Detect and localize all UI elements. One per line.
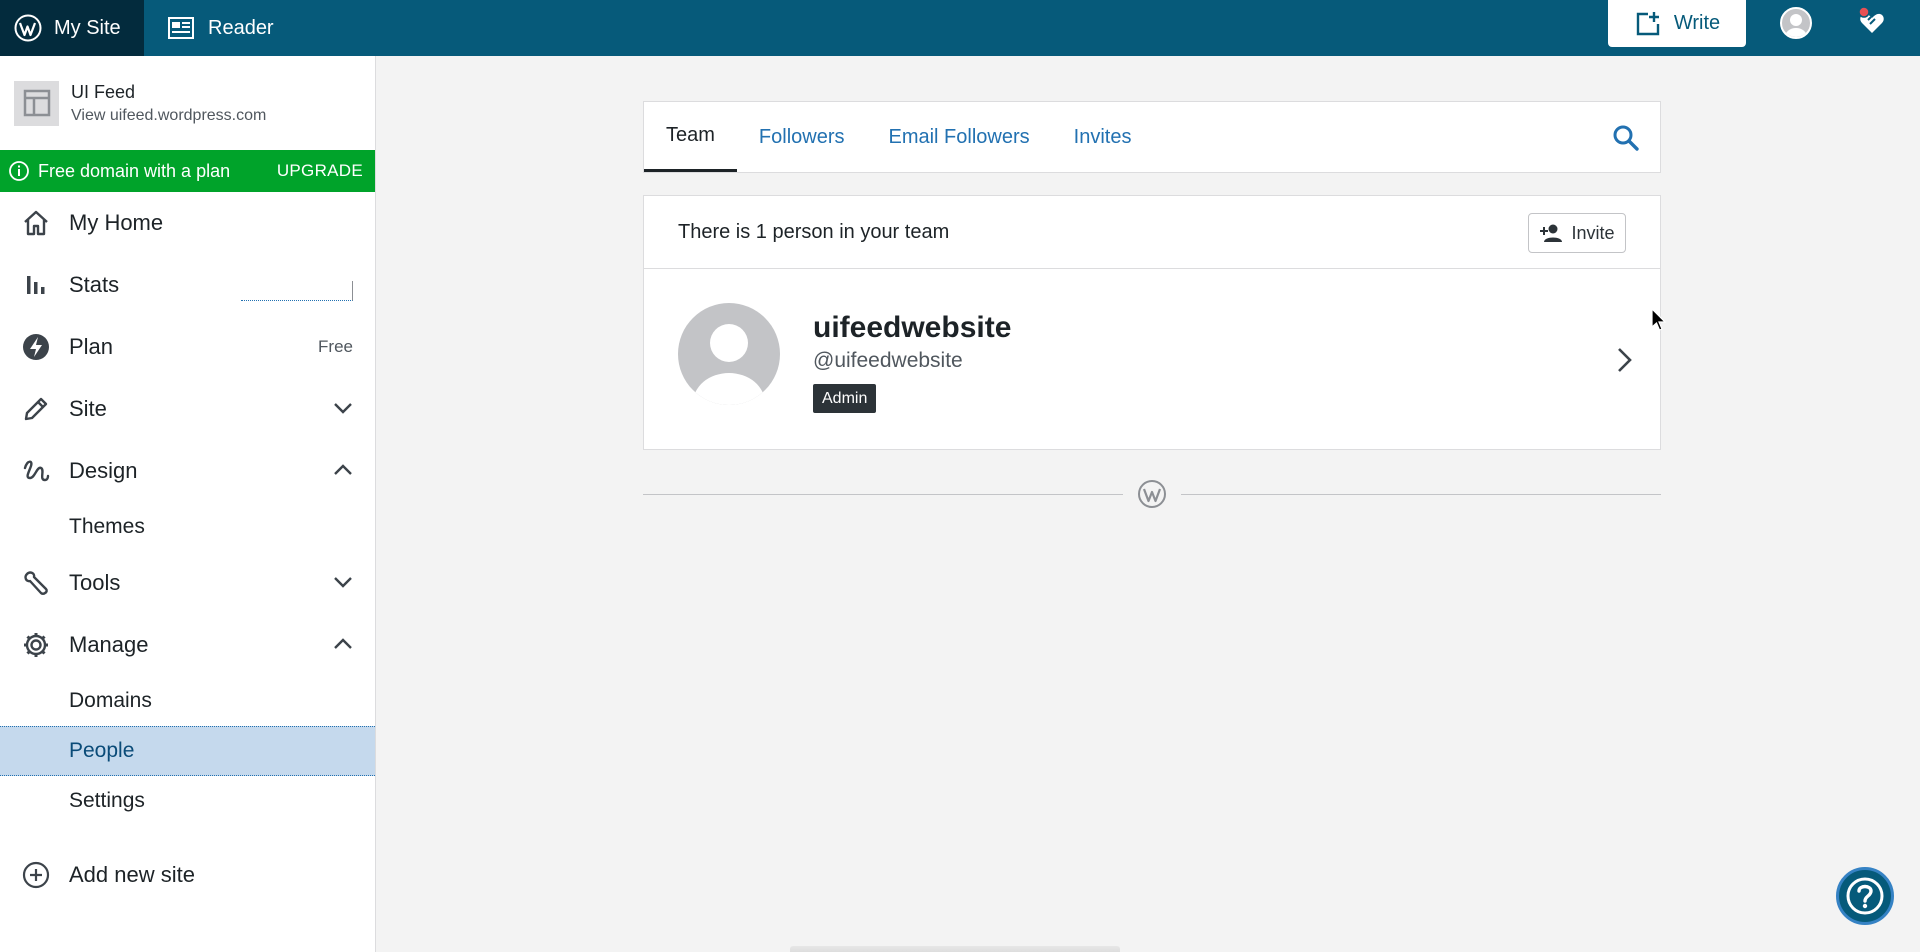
stats-bar-icon [20,269,52,301]
member-name: uifeedwebsite [813,311,1012,344]
tab-followers[interactable]: Followers [737,102,867,172]
chevron-down-icon[interactable] [333,399,353,419]
sidebar-item-tools[interactable]: Tools [0,552,375,614]
chevron-right-icon[interactable] [1612,345,1636,375]
reader-icon [168,17,194,39]
team-member-row[interactable]: uifeedwebsite @uifeedwebsite Admin [643,268,1661,450]
profile-avatar[interactable] [1780,7,1812,39]
plan-badge: Free [318,337,353,356]
chevron-up-icon[interactable] [333,461,353,481]
sidebar-subitem-themes[interactable]: Themes [0,502,375,552]
search-icon[interactable] [1612,124,1640,152]
sidebar-item-label: My Home [69,210,164,235]
sidebar-subitem-settings[interactable]: Settings [0,776,375,826]
invite-button[interactable]: Invite [1528,213,1626,253]
user-silhouette-icon [1785,14,1807,37]
plus-circle-icon [20,859,52,891]
my-site-label: My Site [54,16,121,39]
pencil-icon [20,393,52,425]
sidebar-item-label: Manage [69,632,149,657]
sidebar-subitem-people[interactable]: People [0,726,375,776]
chevron-down-icon[interactable] [333,573,353,593]
sidebar-item-label: Site [69,396,107,421]
member-avatar [678,303,780,405]
sidebar-item-label: Tools [69,570,121,595]
sidebar: UI Feed View uifeed.wordpress.com Free d… [0,56,376,952]
role-badge: Admin [813,384,877,413]
sidebar-item-label: Add new site [69,862,195,887]
write-icon [1636,11,1660,35]
user-silhouette-icon [693,324,765,405]
upgrade-link[interactable]: UPGRADE [277,161,363,181]
my-site-button[interactable]: My Site [0,0,144,56]
stats-sparkline [241,281,353,301]
site-name: UI Feed [71,81,136,102]
add-user-icon [1540,224,1563,242]
tab-email-followers[interactable]: Email Followers [866,102,1051,172]
sidebar-item-manage[interactable]: Manage [0,614,375,676]
footer-divider [643,479,1661,509]
team-header: There is 1 person in your team Invite [643,195,1661,269]
site-placeholder-icon [14,80,59,126]
member-handle: @uifeedwebsite [813,349,963,372]
site-url[interactable]: View uifeed.wordpress.com [71,107,266,125]
help-button[interactable] [1836,867,1894,925]
divider-line-right [1181,494,1661,495]
people-section-nav: Team Followers Email Followers Invites [643,101,1661,173]
upsell-text: Free domain with a plan [38,160,231,181]
sidebar-item-stats[interactable]: Stats [0,254,375,316]
tab-invites[interactable]: Invites [1052,102,1154,172]
notifications-button[interactable] [1856,6,1888,38]
divider-line-left [643,494,1123,495]
design-brush-icon [20,455,52,487]
notifications-heart-icon [1858,6,1884,33]
reader-label: Reader [208,16,274,39]
wordpress-logo-icon [1137,479,1167,509]
home-icon [20,207,52,239]
sidebar-item-label: Design [69,458,138,483]
gear-icon [20,629,52,661]
sidebar-item-add-new-site[interactable]: Add new site [0,844,375,906]
sidebar-item-plan[interactable]: Plan Free [0,316,375,378]
sidebar-item-site[interactable]: Site [0,378,375,440]
info-icon [0,160,38,182]
tab-team[interactable]: Team [644,102,737,172]
sidebar-item-my-home[interactable]: My Home [0,192,375,254]
chevron-up-icon[interactable] [333,635,353,655]
write-label: Write [1673,12,1721,34]
sidebar-item-design[interactable]: Design [0,440,375,502]
invite-label: Invite [1571,222,1615,243]
wordpress-logo-icon [14,14,42,42]
write-button[interactable]: Write [1608,0,1746,47]
wrench-icon [20,567,52,599]
mouse-pointer-icon [1651,307,1667,332]
reader-button[interactable]: Reader [144,0,274,56]
site-info: UI Feed View uifeed.wordpress.com [71,82,266,125]
plan-bolt-icon [20,331,52,363]
bottom-edge-shadow [790,946,1120,952]
site-card[interactable]: UI Feed View uifeed.wordpress.com [0,56,375,150]
sidebar-subitem-domains[interactable]: Domains [0,676,375,726]
team-summary: There is 1 person in your team [678,220,950,243]
help-question-icon [1846,877,1884,915]
domain-upsell-banner[interactable]: Free domain with a plan UPGRADE [0,150,375,192]
